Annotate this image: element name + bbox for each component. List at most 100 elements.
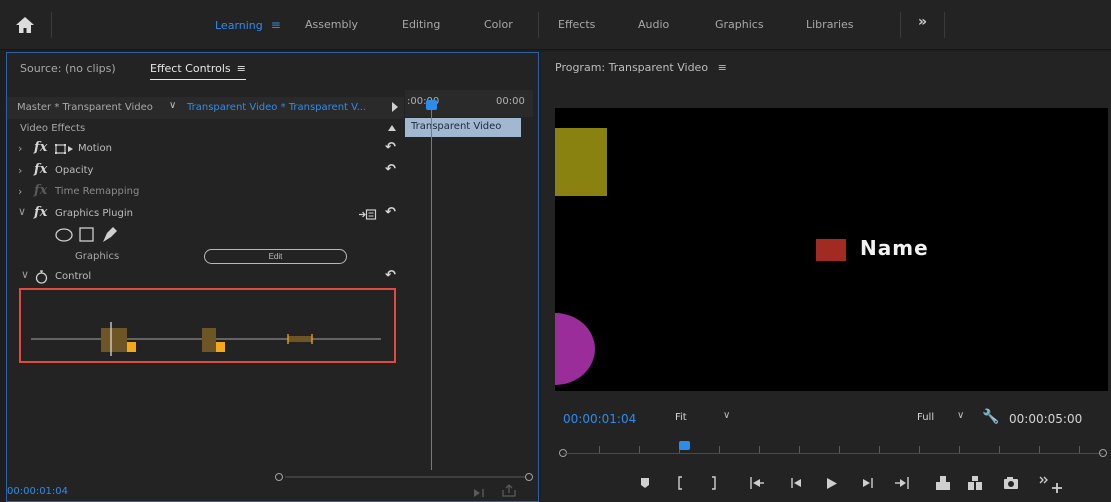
video-effects-header: Video Effects [7, 120, 404, 138]
workspace-tab-graphics[interactable]: Graphics [715, 18, 764, 31]
control-row[interactable]: ∨ Control ↶ [7, 267, 404, 288]
effect-timecode[interactable]: 00:00:01:04 [7, 486, 68, 497]
keyframe-graph [31, 322, 381, 356]
motion-transform-icon [55, 144, 73, 154]
control-widget-highlight[interactable] [19, 288, 396, 363]
fx-icon[interactable]: fx [34, 205, 47, 220]
name-title-text: Name [860, 236, 929, 260]
workspace-tab-assembly[interactable]: Assembly [305, 18, 358, 31]
step-forward-icon[interactable] [863, 478, 873, 488]
playhead-line[interactable] [431, 104, 432, 470]
keyframe-marker[interactable] [216, 342, 225, 352]
chevron-right-icon[interactable]: › [18, 185, 22, 198]
playhead-handle[interactable] [679, 441, 690, 450]
in-point-icon[interactable] [678, 476, 682, 490]
keyframe-block[interactable] [101, 328, 127, 352]
effect-row-time-remapping[interactable]: › fx Time Remapping [7, 182, 404, 203]
zoom-select[interactable]: Fit [675, 412, 687, 423]
fx-icon: fx [34, 183, 48, 198]
wrench-icon[interactable]: 🔧 [982, 409, 999, 425]
pen-tool-icon[interactable] [103, 227, 117, 242]
home-icon[interactable] [14, 14, 36, 36]
more-icon[interactable] [1039, 476, 1048, 484]
fx-icon[interactable]: fx [34, 162, 47, 177]
tab-effect-controls[interactable]: Effect Controls ≡ [150, 62, 246, 80]
tab-source[interactable]: Source: (no clips) [20, 62, 116, 75]
workspace-tab-label: Graphics [715, 18, 764, 31]
export-icon[interactable] [501, 484, 517, 498]
workspace-tab-effects[interactable]: Effects [558, 18, 595, 31]
effect-row-graphics-plugin[interactable]: ∨ fx Graphics Plugin ↶ [7, 204, 404, 225]
panel-tab-row: Source: (no clips) Effect Controls ≡ [7, 53, 538, 91]
divider [51, 12, 52, 38]
zoom-scrollbar[interactable] [285, 476, 525, 478]
keyframe-marker[interactable] [127, 342, 136, 352]
chevron-down-icon[interactable]: ∨ [723, 410, 730, 421]
chevron-down-icon[interactable]: ∨ [18, 205, 26, 218]
effect-row-motion[interactable]: › fx Motion ↶ [7, 139, 404, 160]
workspace-tab-libraries[interactable]: Libraries [806, 18, 854, 31]
timeline-ruler[interactable]: :00:00 00:00 [405, 90, 533, 117]
program-monitor-title[interactable]: Program: Transparent Video ≡ [555, 61, 727, 74]
go-to-in-icon[interactable] [750, 477, 764, 489]
rectangle-tool-icon[interactable] [79, 227, 94, 242]
workspace-tab-learning[interactable]: Learning ≡ [215, 18, 281, 32]
workspace-tab-color[interactable]: Color [484, 18, 513, 31]
transport-bar [641, 476, 1062, 493]
program-monitor-panel: Program: Transparent Video ≡ Name 00:00:… [541, 52, 1111, 502]
menu-icon[interactable]: ≡ [271, 18, 281, 32]
lift-icon[interactable] [936, 476, 950, 490]
zoom-handle-left[interactable] [275, 473, 283, 481]
effect-timeline[interactable]: :00:00 00:00 Transparent Video [405, 90, 533, 470]
zoom-handle-right[interactable] [525, 473, 533, 481]
video-effects-label: Video Effects [20, 123, 86, 134]
keyframe-segment[interactable] [288, 336, 312, 342]
keyframe-block[interactable] [202, 328, 216, 352]
ruler-tick [999, 446, 1000, 453]
video-preview[interactable]: Name [555, 108, 1108, 391]
chevron-right-icon[interactable]: › [18, 164, 22, 177]
menu-icon[interactable]: ≡ [237, 62, 246, 75]
step-back-icon[interactable] [791, 478, 801, 488]
reset-icon[interactable]: ↶ [385, 205, 396, 220]
reset-icon[interactable]: ↶ [385, 268, 396, 283]
ruler-tick [959, 446, 960, 453]
effect-row-opacity[interactable]: › fx Opacity ↶ [7, 161, 404, 182]
fx-icon[interactable]: fx [34, 140, 47, 155]
current-timecode[interactable]: 00:00:01:04 [563, 412, 636, 426]
new-layer-icon[interactable] [359, 209, 377, 220]
effect-name: Graphics Plugin [55, 208, 133, 219]
shape-tools [55, 225, 145, 245]
clip-name-dropdown[interactable]: Transparent Video * Transparent V... [187, 102, 366, 113]
go-to-out-icon[interactable] [895, 477, 909, 489]
ruler-tick [1079, 446, 1080, 453]
reset-icon[interactable]: ↶ [385, 162, 396, 177]
out-point-icon[interactable] [712, 476, 716, 490]
menu-icon[interactable]: ≡ [718, 61, 727, 74]
workspace-tab-label: Libraries [806, 18, 854, 31]
chevron-down-icon[interactable]: ∨ [169, 100, 176, 111]
chevron-right-icon[interactable]: › [18, 142, 22, 155]
edit-button[interactable]: Edit [204, 249, 347, 264]
workspace-overflow-icon[interactable]: » [918, 14, 927, 30]
ellipse-tool-icon[interactable] [55, 228, 73, 242]
chevron-down-icon[interactable]: ∨ [21, 268, 29, 281]
master-clip-label[interactable]: Master * Transparent Video [17, 102, 153, 113]
timeline-clip[interactable]: Transparent Video [405, 118, 521, 137]
workspace-tab-audio[interactable]: Audio [638, 18, 669, 31]
play-only-icon[interactable] [473, 487, 489, 499]
workspace-tab-editing[interactable]: Editing [402, 18, 440, 31]
stopwatch-icon[interactable] [35, 270, 48, 284]
play-icon[interactable] [392, 102, 398, 112]
export-frame-icon[interactable] [1004, 477, 1018, 489]
chevron-down-icon[interactable]: ∨ [957, 410, 964, 421]
extract-icon[interactable] [968, 476, 982, 490]
marker-icon[interactable] [641, 478, 649, 488]
play-icon[interactable] [827, 478, 837, 489]
zoom-handle-right[interactable] [1099, 449, 1107, 457]
resolution-select[interactable]: Full [917, 412, 934, 423]
collapse-icon[interactable] [388, 125, 396, 131]
add-icon[interactable] [1052, 483, 1062, 493]
program-time-ruler[interactable] [559, 437, 1107, 457]
reset-icon[interactable]: ↶ [385, 140, 396, 155]
